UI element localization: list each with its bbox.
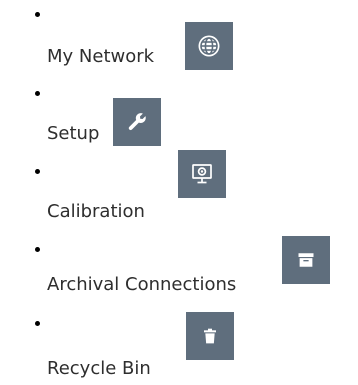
trash-icon (204, 328, 216, 344)
list-bullet (35, 321, 40, 326)
list-bullet (35, 169, 40, 174)
calibration-button[interactable] (178, 150, 226, 198)
setup-button[interactable] (113, 98, 161, 146)
nav-item-label[interactable]: Archival Connections (47, 274, 236, 296)
nav-item-setup[interactable]: Setup (0, 80, 358, 158)
recycle-bin-button[interactable] (186, 312, 234, 360)
list-bullet (35, 12, 40, 17)
wrench-icon (128, 113, 146, 131)
archive-box-icon (298, 253, 314, 267)
globe-icon (198, 35, 220, 57)
my-network-button[interactable] (185, 22, 233, 70)
nav-list: My Network Setup Calibration Archival Co… (0, 0, 358, 385)
archival-connections-button[interactable] (282, 236, 330, 284)
nav-item-archival-connections[interactable]: Archival Connections (0, 233, 358, 311)
nav-item-label[interactable]: Setup (47, 123, 99, 145)
nav-item-label[interactable]: My Network (47, 46, 154, 68)
nav-item-recycle-bin[interactable]: Recycle Bin (0, 310, 358, 385)
list-bullet (35, 91, 40, 96)
monitor-target-icon (192, 164, 212, 184)
list-bullet (35, 247, 40, 252)
nav-item-label[interactable]: Calibration (47, 201, 145, 223)
nav-item-label[interactable]: Recycle Bin (47, 358, 151, 380)
nav-item-calibration[interactable]: Calibration (0, 150, 358, 233)
nav-item-my-network[interactable]: My Network (0, 0, 358, 78)
